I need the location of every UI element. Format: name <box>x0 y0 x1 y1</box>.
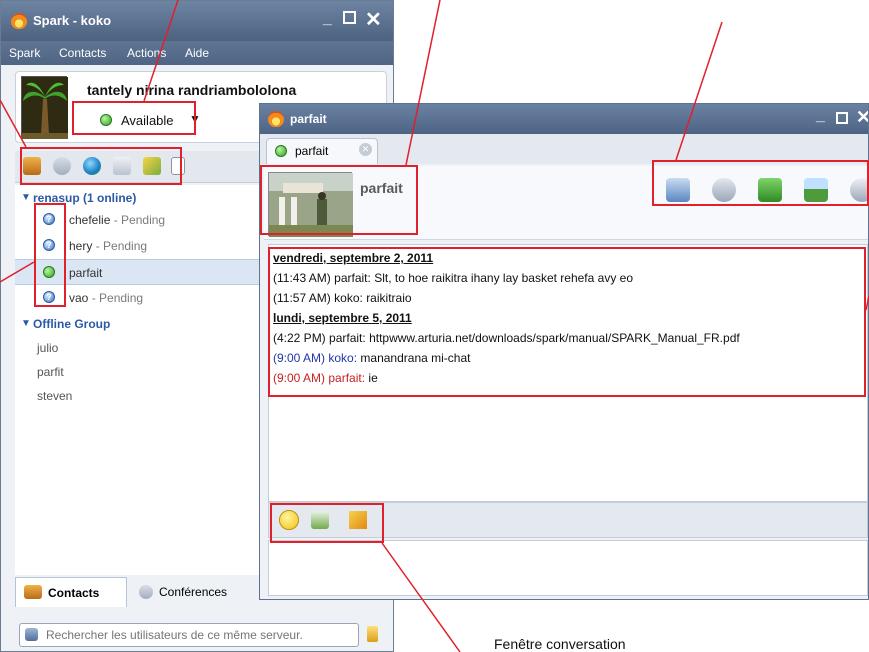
annotation-lines <box>0 0 869 652</box>
annotation-caption: Fenêtre conversation <box>494 636 626 652</box>
